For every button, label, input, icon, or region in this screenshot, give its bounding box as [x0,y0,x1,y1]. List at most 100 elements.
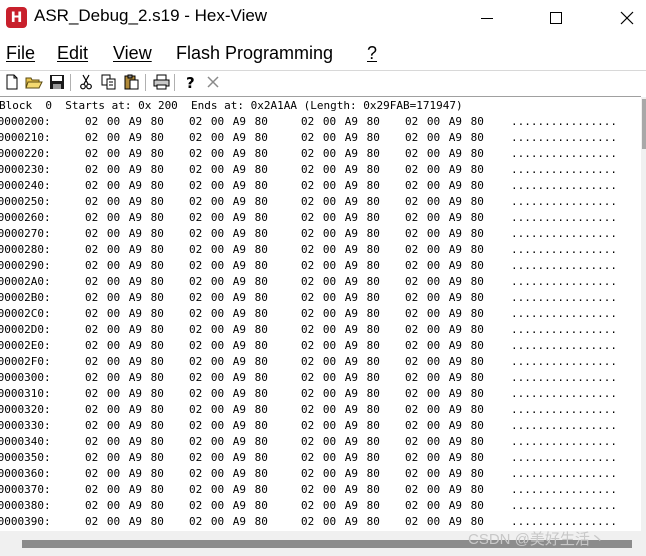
hex-byte-group[interactable]: 02 00 A9 80 [405,226,484,242]
hex-byte-group[interactable]: 02 00 A9 80 [301,498,380,514]
hex-byte-group[interactable]: 02 00 A9 80 [405,498,484,514]
ascii-column[interactable]: ................ [511,258,617,274]
hex-byte-group[interactable]: 02 00 A9 80 [301,514,380,530]
hex-byte-group[interactable]: 02 00 A9 80 [189,418,268,434]
hex-byte-group[interactable]: 02 00 A9 80 [189,498,268,514]
hex-byte-group[interactable]: 02 00 A9 80 [189,354,268,370]
hex-byte-group[interactable]: 02 00 A9 80 [405,418,484,434]
open-button[interactable] [25,73,43,91]
new-file-button[interactable] [3,73,21,91]
hex-byte-group[interactable]: 02 00 A9 80 [301,338,380,354]
save-button[interactable] [48,73,66,91]
ascii-column[interactable]: ................ [511,114,617,130]
hex-byte-group[interactable]: 02 00 A9 80 [301,274,380,290]
paste-button[interactable] [123,73,141,91]
ascii-column[interactable]: ................ [511,434,617,450]
vertical-scrollbar[interactable] [641,97,646,531]
hex-byte-group[interactable]: 02 00 A9 80 [85,258,164,274]
hex-view-pane[interactable]: Block 0 Starts at: 0x 200 Ends at: 0x2A1… [0,96,641,531]
hex-byte-group[interactable]: 02 00 A9 80 [189,146,268,162]
hex-byte-group[interactable]: 02 00 A9 80 [85,338,164,354]
hex-byte-group[interactable]: 02 00 A9 80 [301,306,380,322]
hex-byte-group[interactable]: 02 00 A9 80 [301,226,380,242]
ascii-column[interactable]: ................ [511,226,617,242]
ascii-column[interactable]: ................ [511,146,617,162]
ascii-column[interactable]: ................ [511,418,617,434]
hex-byte-group[interactable]: 02 00 A9 80 [301,434,380,450]
hex-byte-group[interactable]: 02 00 A9 80 [405,290,484,306]
ascii-column[interactable]: ................ [511,274,617,290]
copy-button[interactable] [100,73,118,91]
hex-byte-group[interactable]: 02 00 A9 80 [301,482,380,498]
hex-byte-group[interactable]: 02 00 A9 80 [301,418,380,434]
hex-byte-group[interactable]: 02 00 A9 80 [405,194,484,210]
hex-byte-group[interactable]: 02 00 A9 80 [189,338,268,354]
hex-byte-group[interactable]: 02 00 A9 80 [189,322,268,338]
menu-file[interactable]: File [6,43,35,64]
help-button[interactable]: ? [181,73,199,91]
hex-byte-group[interactable]: 02 00 A9 80 [405,210,484,226]
hex-byte-group[interactable]: 02 00 A9 80 [85,466,164,482]
hex-byte-group[interactable]: 02 00 A9 80 [405,178,484,194]
menu-view[interactable]: View [113,43,152,64]
ascii-column[interactable]: ................ [511,178,617,194]
hex-byte-group[interactable]: 02 00 A9 80 [189,210,268,226]
hex-byte-group[interactable]: 02 00 A9 80 [189,482,268,498]
hex-byte-group[interactable]: 02 00 A9 80 [85,434,164,450]
ascii-column[interactable]: ................ [511,466,617,482]
hex-byte-group[interactable]: 02 00 A9 80 [405,482,484,498]
ascii-column[interactable]: ................ [511,194,617,210]
hex-byte-group[interactable]: 02 00 A9 80 [189,370,268,386]
ascii-column[interactable]: ................ [511,386,617,402]
hex-byte-group[interactable]: 02 00 A9 80 [405,322,484,338]
hex-byte-group[interactable]: 02 00 A9 80 [405,146,484,162]
hex-byte-group[interactable]: 02 00 A9 80 [189,194,268,210]
hex-byte-group[interactable]: 02 00 A9 80 [85,322,164,338]
hex-byte-group[interactable]: 02 00 A9 80 [85,370,164,386]
hex-byte-group[interactable]: 02 00 A9 80 [301,354,380,370]
hex-byte-group[interactable]: 02 00 A9 80 [301,130,380,146]
exit-button[interactable] [204,73,222,91]
menu-flash-programming[interactable]: Flash Programming [176,43,333,64]
hex-byte-group[interactable]: 02 00 A9 80 [405,162,484,178]
hex-byte-group[interactable]: 02 00 A9 80 [85,402,164,418]
hex-byte-group[interactable]: 02 00 A9 80 [405,114,484,130]
hex-byte-group[interactable]: 02 00 A9 80 [85,498,164,514]
cut-button[interactable] [77,73,95,91]
ascii-column[interactable]: ................ [511,338,617,354]
hex-byte-group[interactable]: 02 00 A9 80 [85,226,164,242]
ascii-column[interactable]: ................ [511,162,617,178]
hex-byte-group[interactable]: 02 00 A9 80 [301,162,380,178]
hex-byte-group[interactable]: 02 00 A9 80 [301,290,380,306]
hex-byte-group[interactable]: 02 00 A9 80 [405,370,484,386]
vertical-scroll-thumb[interactable] [642,99,646,149]
hex-byte-group[interactable]: 02 00 A9 80 [189,514,268,530]
hex-byte-group[interactable]: 02 00 A9 80 [85,162,164,178]
hex-byte-group[interactable]: 02 00 A9 80 [189,242,268,258]
ascii-column[interactable]: ................ [511,322,617,338]
hex-byte-group[interactable]: 02 00 A9 80 [189,274,268,290]
hex-byte-group[interactable]: 02 00 A9 80 [301,370,380,386]
hex-byte-group[interactable]: 02 00 A9 80 [405,306,484,322]
ascii-column[interactable]: ................ [511,290,617,306]
hex-byte-group[interactable]: 02 00 A9 80 [405,338,484,354]
hex-byte-group[interactable]: 02 00 A9 80 [189,290,268,306]
hex-byte-group[interactable]: 02 00 A9 80 [405,402,484,418]
hex-byte-group[interactable]: 02 00 A9 80 [301,258,380,274]
hex-byte-group[interactable]: 02 00 A9 80 [189,178,268,194]
hex-byte-group[interactable]: 02 00 A9 80 [85,274,164,290]
hex-byte-group[interactable]: 02 00 A9 80 [301,178,380,194]
ascii-column[interactable]: ................ [511,370,617,386]
hex-byte-group[interactable]: 02 00 A9 80 [85,242,164,258]
print-button[interactable] [152,73,170,91]
ascii-column[interactable]: ................ [511,402,617,418]
hex-byte-group[interactable]: 02 00 A9 80 [405,274,484,290]
hex-byte-group[interactable]: 02 00 A9 80 [189,450,268,466]
ascii-column[interactable]: ................ [511,306,617,322]
hex-byte-group[interactable]: 02 00 A9 80 [301,210,380,226]
hex-byte-group[interactable]: 02 00 A9 80 [85,354,164,370]
hex-byte-group[interactable]: 02 00 A9 80 [301,450,380,466]
hex-byte-group[interactable]: 02 00 A9 80 [189,306,268,322]
hex-byte-group[interactable]: 02 00 A9 80 [85,290,164,306]
menu-help[interactable]: ? [367,43,377,64]
